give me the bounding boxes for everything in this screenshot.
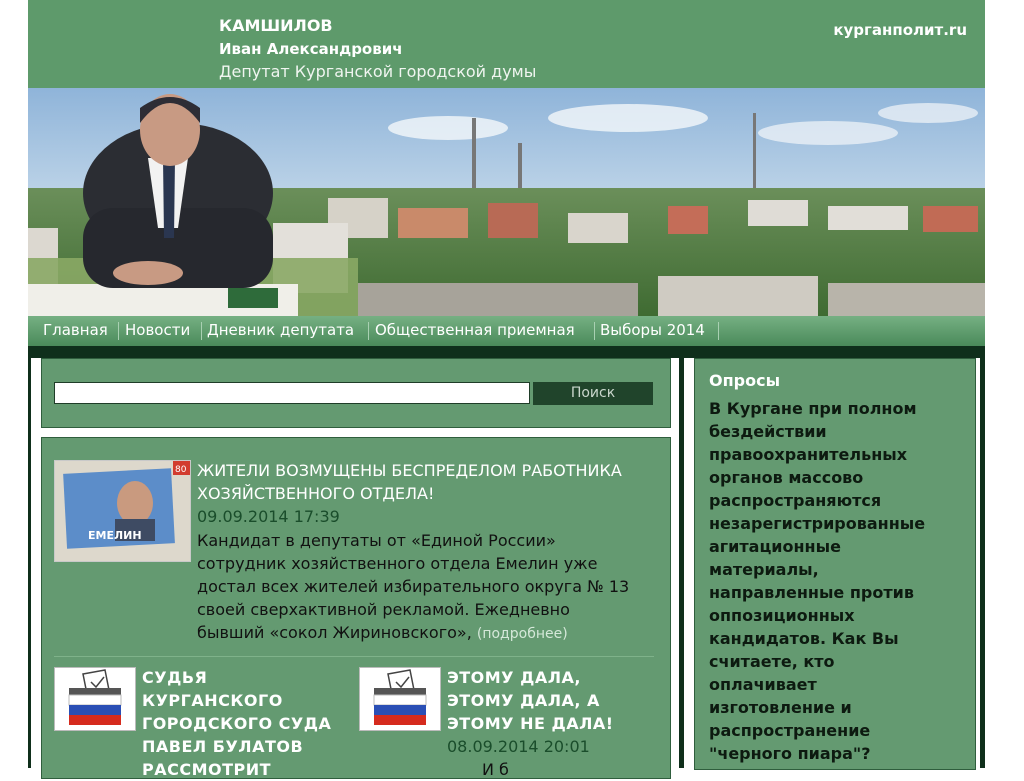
poll-question-line: оплачивает bbox=[709, 675, 817, 694]
page: КАМШИЛОВ Иван Александрович Депутат Кург… bbox=[28, 0, 985, 779]
poll-question-line: кандидатов. Как Вы bbox=[709, 629, 899, 648]
header: КАМШИЛОВ Иван Александрович Депутат Кург… bbox=[28, 0, 985, 88]
campaign-poster-image: ЕМЕЛИН 80 bbox=[55, 461, 190, 561]
poll-panel: Опросы В Кургане при полном бездействии … bbox=[694, 358, 976, 770]
ballot-box-icon bbox=[55, 668, 135, 730]
poll-question-line: распространяются bbox=[709, 491, 882, 510]
poll-question-line: правоохранительных bbox=[709, 445, 908, 464]
news-text-line: бывший «сокол Жириновского», bbox=[197, 623, 472, 642]
nav-separator bbox=[368, 322, 369, 340]
nav-item-diary[interactable]: Дневник депутата bbox=[207, 321, 354, 339]
poll-question-line: направленные против bbox=[709, 583, 914, 602]
nav-item-reception[interactable]: Общественная приемная bbox=[375, 321, 575, 339]
news-panel: ЕМЕЛИН 80 ЖИТЕЛИ ВОЗМУЩЕНЫ БЕСПРЕДЕЛОМ Р… bbox=[41, 437, 671, 779]
poll-heading: Опросы bbox=[709, 371, 781, 390]
news-text-line: сотрудник хозяйственного отдела Емелин у… bbox=[197, 554, 598, 573]
news-text-line: своей сверхактивной рекламой. Ежедневно bbox=[197, 600, 570, 619]
news-date: 09.09.2014 17:39 bbox=[197, 507, 340, 526]
poll-question-line: оппозиционных bbox=[709, 606, 855, 625]
read-more-link[interactable]: (подробнее) bbox=[477, 626, 568, 642]
news-small-title-line[interactable]: КУРГАНСКОГО bbox=[142, 689, 283, 712]
poll-question-line: считаете, кто bbox=[709, 652, 835, 671]
news-title-line[interactable]: ХОЗЯЙСТВЕННОГО ОТДЕЛА! bbox=[197, 482, 434, 505]
poll-question-line: изготовление и bbox=[709, 698, 852, 717]
search-input[interactable] bbox=[54, 382, 530, 404]
poster-caption: ЕМЕЛИН bbox=[88, 529, 142, 542]
deputy-name: Иван Александрович bbox=[219, 40, 403, 58]
sidebar-column: Опросы В Кургане при полном бездействии … bbox=[684, 358, 980, 770]
news-small-title-line[interactable]: ГОРОДСКОГО СУДА bbox=[142, 712, 331, 735]
poll-question-line: "черного пиара"? bbox=[709, 744, 871, 763]
site-link[interactable]: курганполит.ru bbox=[833, 21, 967, 39]
nav-item-elections[interactable]: Выборы 2014 bbox=[600, 321, 705, 339]
news-text-line: Кандидат в депутаты от «Единой России» bbox=[197, 531, 556, 550]
header-banner bbox=[28, 88, 985, 316]
news-thumbnail[interactable]: ЕМЕЛИН 80 bbox=[54, 460, 191, 562]
nav-separator bbox=[718, 322, 719, 340]
ballot-thumbnail[interactable] bbox=[359, 667, 441, 731]
news-title-line[interactable]: ЖИТЕЛИ ВОЗМУЩЕНЫ БЕСПРЕДЕЛОМ РАБОТНИКА bbox=[197, 459, 622, 482]
city-panorama-image bbox=[28, 88, 985, 316]
news-small-text: И б bbox=[482, 760, 509, 779]
search-panel: Поиск bbox=[41, 358, 671, 428]
poll-question: В Кургане при полном бездействии правоох… bbox=[709, 397, 971, 765]
deputy-surname: КАМШИЛОВ bbox=[219, 16, 333, 35]
nav-separator bbox=[201, 322, 202, 340]
divider bbox=[54, 656, 654, 657]
content-frame: Поиск ЕМЕЛИН 80 ЖИТЕЛИ ВОЗМУЩЕНЫ БЕСПРЕД… bbox=[28, 346, 985, 779]
poll-question-line: агитационные bbox=[709, 537, 841, 556]
news-small-title-line[interactable]: ЭТОМУ ДАЛА, bbox=[447, 666, 581, 689]
poll-question-line: материалы, bbox=[709, 560, 819, 579]
news-small-title-line[interactable]: ЭТОМУ ДАЛА, А bbox=[447, 689, 600, 712]
ballot-thumbnail[interactable] bbox=[54, 667, 136, 731]
poll-question-line: бездействии bbox=[709, 422, 827, 441]
nav-separator bbox=[118, 322, 119, 340]
poll-question-line: незарегистрированные bbox=[709, 514, 926, 533]
poll-question-line: органов массово bbox=[709, 468, 864, 487]
news-small-title-line[interactable]: СУДЬЯ bbox=[142, 666, 207, 689]
poll-question-line: распространение bbox=[709, 721, 871, 740]
news-small-title-line[interactable]: РАССМОТРИТ bbox=[142, 758, 271, 781]
nav-item-home[interactable]: Главная bbox=[43, 321, 108, 339]
poll-question-line: В Кургане при полном bbox=[709, 399, 917, 418]
news-small-title-line[interactable]: ЭТОМУ НЕ ДАЛА! bbox=[447, 712, 614, 735]
news-small-title-line[interactable]: ПАВЕЛ БУЛАТОВ bbox=[142, 735, 303, 758]
search-button[interactable]: Поиск bbox=[533, 382, 653, 405]
news-text-block: бывший «сокол Жириновского», (подробнее) bbox=[197, 621, 568, 646]
main-column: Поиск ЕМЕЛИН 80 ЖИТЕЛИ ВОЗМУЩЕНЫ БЕСПРЕД… bbox=[31, 358, 679, 779]
main-nav: Главная Новости Дневник депутата Обществ… bbox=[28, 316, 985, 346]
nav-item-news[interactable]: Новости bbox=[125, 321, 190, 339]
ballot-box-icon bbox=[360, 668, 440, 730]
news-small-date: 08.09.2014 20:01 bbox=[447, 737, 590, 756]
deputy-title: Депутат Курганской городской думы bbox=[219, 62, 537, 81]
news-text-line: достал всех жителей избирательного округ… bbox=[197, 577, 630, 596]
nav-separator bbox=[594, 322, 595, 340]
poster-number: 80 bbox=[175, 465, 187, 475]
